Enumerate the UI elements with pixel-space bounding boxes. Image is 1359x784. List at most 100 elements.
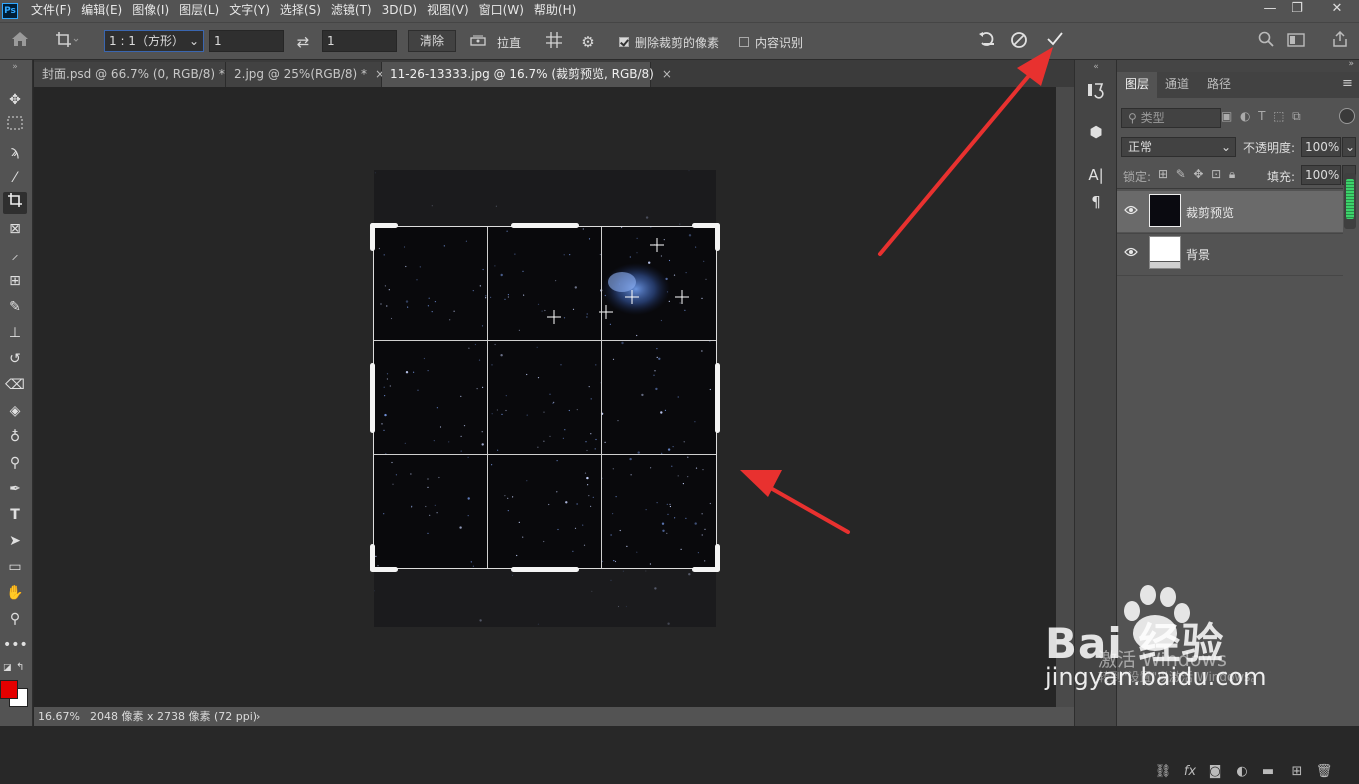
pixel-filter-icon[interactable]: ▣ (1221, 109, 1232, 123)
stamp-tool-icon[interactable]: ⊥ (3, 322, 27, 344)
menu-image[interactable]: 图像(I) (127, 0, 174, 22)
type-tool-icon[interactable]: T (3, 504, 27, 526)
zoom-tool-icon[interactable]: ⚲ (3, 608, 27, 630)
history-brush-tool-icon[interactable]: ↺ (3, 348, 27, 370)
crop-handle-bottom-left-vertical[interactable] (370, 544, 375, 572)
adjustment-layer-icon[interactable]: ◐ (1232, 760, 1252, 784)
zoom-level[interactable]: 16.67% (38, 707, 80, 726)
commit-check-icon[interactable] (1044, 31, 1066, 53)
overlay-grid-icon[interactable] (543, 31, 565, 53)
crop-handle-top[interactable] (511, 223, 579, 228)
clear-button[interactable]: 清除 (408, 30, 456, 52)
content-aware-checkbox[interactable] (739, 37, 749, 47)
workspace-icon[interactable] (1285, 31, 1307, 53)
menu-window[interactable]: 窗口(W) (474, 0, 529, 22)
menu-file[interactable]: 文件(F) (26, 0, 76, 22)
menu-select[interactable]: 选择(S) (275, 0, 326, 22)
straighten-label[interactable]: 拉直 (497, 34, 521, 51)
lasso-tool-icon[interactable]: ϡ (3, 141, 27, 163)
crop-box[interactable] (374, 227, 716, 568)
tab-active-document[interactable]: 11-26-13333.jpg @ 16.7% (裁剪预览, RGB/8) × (382, 62, 672, 87)
tab-cover-psd[interactable]: 封面.psd @ 66.7% (0, RGB/8) *× (34, 62, 243, 87)
straighten-icon[interactable] (467, 31, 489, 53)
menu-type[interactable]: 文字(Y) (224, 0, 275, 22)
layers-scrollbar[interactable] (1344, 173, 1356, 229)
brush-tool-icon[interactable]: ✎ (3, 296, 27, 318)
shape-filter-icon[interactable]: ⬚ (1273, 109, 1284, 123)
move-tool-icon[interactable]: ✥ (3, 89, 27, 111)
collapse-icon[interactable]: » (1348, 59, 1354, 69)
menu-view[interactable]: 视图(V) (422, 0, 474, 22)
menu-layer[interactable]: 图层(L) (174, 0, 224, 22)
3d-panel-icon[interactable]: ⬢ (1083, 120, 1109, 144)
panel-menu-icon[interactable]: ≡ (1342, 76, 1353, 91)
menu-edit[interactable]: 编辑(E) (76, 0, 127, 22)
paint-bucket-tool-icon[interactable]: ◈ (3, 400, 27, 422)
collapse-icon[interactable]: « (1083, 62, 1109, 72)
smart-object-filter-icon[interactable]: ⧉ (1292, 109, 1301, 123)
paragraph-panel-icon[interactable]: ¶ (1083, 190, 1109, 214)
crop-tool-icon[interactable] (3, 192, 27, 214)
lock-pixels-icon[interactable]: ✎ (1176, 167, 1186, 181)
tab-channels[interactable]: 通道 (1157, 72, 1197, 98)
layer-row-crop-preview[interactable]: 裁剪预览 (1117, 191, 1343, 232)
swap-icon[interactable]: ⇄ (292, 31, 314, 53)
tab-layers[interactable]: 图层 (1117, 72, 1158, 98)
crop-handle-bottom[interactable] (511, 567, 579, 572)
pen-tool-icon[interactable]: ✒ (3, 478, 27, 500)
lock-icons[interactable]: ⊞ ✎ ✥ ⊡ 🔒︎ (1158, 167, 1235, 182)
path-selection-tool-icon[interactable]: ➤ (3, 530, 27, 552)
menu-3d[interactable]: 3D(D) (377, 0, 422, 22)
visibility-eye-icon[interactable] (1123, 203, 1139, 219)
blur-tool-icon[interactable]: ♁ (3, 426, 27, 448)
fill-input[interactable]: 100% (1301, 165, 1341, 185)
eraser-tool-icon[interactable]: ⌫ (3, 374, 27, 396)
link-layers-icon[interactable]: ⛓ (1153, 760, 1173, 784)
delete-layer-icon[interactable]: 🗑︎ (1314, 760, 1334, 784)
eyedropper-tool-icon[interactable]: ⸝ (3, 244, 27, 266)
chevron-down-icon[interactable]: ⌄ (1342, 137, 1356, 157)
visibility-eye-icon[interactable] (1123, 245, 1139, 261)
layer-filter-select[interactable]: ⚲ 类型 (1121, 108, 1221, 128)
menu-help[interactable]: 帮助(H) (529, 0, 581, 22)
new-group-icon[interactable]: ▬ (1258, 760, 1278, 784)
adjustment-filter-icon[interactable]: ◐ (1240, 109, 1250, 123)
menu-filter[interactable]: 滤镜(T) (326, 0, 377, 22)
delete-cropped-checkbox[interactable] (619, 37, 629, 47)
layer-name[interactable]: 裁剪预览 (1186, 204, 1234, 221)
layer-name[interactable]: 背景 (1186, 246, 1210, 263)
tab-2-jpg[interactable]: 2.jpg @ 25%(RGB/8) * × (226, 62, 385, 87)
crop-handle-right[interactable] (715, 363, 720, 433)
gear-icon[interactable]: ⚙ (577, 31, 599, 53)
close-icon[interactable]: × (662, 67, 672, 81)
layer-row-background[interactable]: 背景 (1117, 233, 1343, 274)
history-panel-icon[interactable] (1083, 81, 1109, 105)
marquee-tool-icon[interactable] (3, 115, 27, 137)
filter-toggle[interactable] (1339, 108, 1355, 124)
lock-artboard-icon[interactable]: ⊡ (1211, 167, 1221, 181)
cancel-icon[interactable] (1008, 31, 1030, 53)
healing-brush-tool-icon[interactable]: ⊞ (3, 270, 27, 292)
crop-handle-bottom-right-vertical[interactable] (715, 544, 720, 572)
scrollbar-thumb[interactable] (1346, 179, 1354, 219)
crop-handle-top-left-vertical[interactable] (370, 223, 375, 251)
close-window-button[interactable]: ✕ (1322, 0, 1352, 20)
hand-tool-icon[interactable]: ✋ (3, 582, 27, 604)
lock-transparent-icon[interactable]: ⊞ (1158, 167, 1168, 181)
status-menu-arrow[interactable]: › (256, 707, 260, 726)
home-icon[interactable] (9, 31, 31, 53)
swap-colors-icon[interactable]: ↰ (16, 663, 26, 673)
type-filter-icon[interactable]: T (1258, 109, 1265, 123)
dodge-tool-icon[interactable]: ⚲ (3, 452, 27, 474)
add-mask-icon[interactable]: ◙ (1205, 760, 1225, 784)
magic-wand-tool-icon[interactable]: ⁄ (3, 167, 27, 189)
width-input[interactable]: 1 (209, 30, 284, 52)
reset-icon[interactable] (976, 31, 998, 53)
character-panel-icon[interactable]: A| (1083, 163, 1109, 187)
search-icon[interactable] (1255, 31, 1277, 53)
crop-tool-preset-icon[interactable] (52, 31, 82, 53)
layer-filter-icons[interactable]: ▣ ◐ T ⬚ ⧉ (1221, 109, 1301, 124)
lock-position-icon[interactable]: ✥ (1193, 167, 1203, 181)
collapse-icon[interactable]: » (3, 62, 27, 72)
height-input[interactable]: 1 (322, 30, 397, 52)
